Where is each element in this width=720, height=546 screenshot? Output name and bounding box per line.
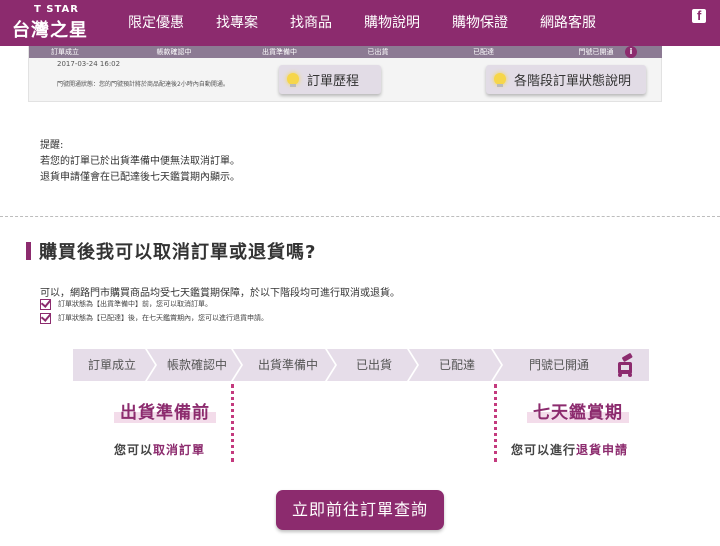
- step-label: 已配達: [438, 358, 475, 372]
- order-stage-explanation-button[interactable]: 各階段訂單狀態說明: [486, 65, 646, 94]
- section-heading: 購買後我可以取消訂單或退貨嗎?: [26, 240, 317, 263]
- nav-item-shopping-guarantee[interactable]: 購物保證: [452, 0, 508, 46]
- step-label: 已出貨: [355, 358, 392, 372]
- nav-item-shopping-guide[interactable]: 購物說明: [364, 0, 420, 46]
- step-label: 帳款確認中: [166, 358, 227, 372]
- return-request-prefix: 您可以進行: [511, 443, 577, 457]
- order-date: 2017-03-24 16:02: [57, 60, 121, 68]
- check-item: 訂單狀態為【出貨準備中】前，您可以取消訂單。: [40, 298, 212, 310]
- check-item-text: 訂單狀態為【出貨準備中】前，您可以取消訂單。: [58, 300, 212, 308]
- return-period-marker: [494, 384, 497, 462]
- checkbox-checked-icon: [40, 298, 51, 310]
- nav-item-products[interactable]: 找商品: [290, 0, 332, 46]
- activation-note: 門號開通狀態：您的門號預計將於商品配達後2小時內自動開通。: [57, 81, 229, 88]
- info-icon[interactable]: i: [625, 46, 637, 58]
- tracking-step: 出貨準備中: [262, 48, 297, 56]
- store-signal-icon: [618, 353, 633, 377]
- before-shipping-title: 出貨準備前: [114, 398, 216, 423]
- check-item: 訂單狀態為【已配達】後，在七天鑑賞期內，您可以進行退貨申請。: [40, 312, 268, 324]
- reminder-line: 退貨申請僅會在已配達後七天鑑賞期內顯示。: [40, 172, 240, 183]
- tracking-step: 訂單成立: [51, 48, 79, 56]
- return-request-text: 您可以進行退貨申請: [511, 441, 628, 458]
- section-title: 購買後我可以取消訂單或退貨嗎?: [39, 242, 317, 263]
- cancel-order-prefix: 您可以: [114, 443, 154, 457]
- brand-logo-small-text: T STAR: [34, 4, 79, 15]
- tracking-step-bar: 訂單成立 帳款確認中 出貨準備中 已出貨 已配達 門號已開通: [29, 46, 662, 58]
- reminder-title: 提醒:: [40, 140, 64, 151]
- tracking-step: 已出貨: [367, 48, 389, 56]
- cancel-order-text: 您可以取消訂單: [114, 441, 205, 458]
- checkbox-checked-icon: [40, 312, 51, 324]
- nav-item-customer-service[interactable]: 網路客服: [540, 0, 596, 46]
- nav-item-plans[interactable]: 找專案: [216, 0, 258, 46]
- step-label: 出貨準備中: [257, 358, 318, 372]
- cancel-order-accent: 取消訂單: [153, 443, 206, 457]
- order-history-button[interactable]: 訂單歷程: [279, 65, 381, 94]
- tracking-step: 帳款確認中: [156, 48, 192, 56]
- lightbulb-icon: [494, 72, 506, 87]
- top-nav-bar: T STAR 台灣之星 限定優惠 找專案 找商品 購物說明 購物保證 網路客服 …: [0, 0, 720, 46]
- seven-day-period-title: 七天鑑賞期: [527, 398, 629, 423]
- order-history-label: 訂單歷程: [307, 74, 360, 89]
- check-item-text: 訂單狀態為【已配達】後，在七天鑑賞期內，您可以進行退貨申請。: [58, 314, 268, 322]
- order-stage-explanation-label: 各階段訂單狀態說明: [514, 74, 632, 89]
- tracking-step: 門號已開通: [578, 48, 614, 56]
- return-request-accent: 退貨申請: [576, 443, 629, 457]
- reminder-block: 提醒: 若您的訂單已於出貨準備中便無法取消訂單。 退貨申請僅會在已配達後七天鑑賞…: [40, 138, 240, 186]
- order-process-steps: 訂單成立 帳款確認中 出貨準備中 已出貨 已配達 門號已開通: [73, 349, 649, 381]
- main-nav: 限定優惠 找專案 找商品 購物說明 購物保證 網路客服: [128, 0, 628, 46]
- go-to-order-query-button[interactable]: 立即前往訂單查詢: [276, 490, 444, 530]
- step-label: 訂單成立: [87, 358, 136, 372]
- brand-logo-main-text: 台灣之星: [12, 20, 88, 41]
- section-intro: 可以，網路門市購買商品均受七天鑑賞期保障，於以下階段均可進行取消或退貨。: [40, 288, 400, 299]
- reminder-line: 若您的訂單已於出貨準備中便無法取消訂單。: [40, 156, 240, 167]
- lightbulb-icon: [287, 72, 299, 87]
- order-tracking-card: 訂單成立 帳款確認中 出貨準備中 已出貨 已配達 門號已開通 i 2017-03…: [28, 46, 662, 102]
- heading-accent-bar: [26, 242, 31, 260]
- facebook-icon[interactable]: f: [692, 8, 706, 23]
- nav-item-offers[interactable]: 限定優惠: [128, 0, 184, 46]
- cancel-deadline-marker: [231, 384, 234, 462]
- tracking-step: 已配達: [473, 48, 494, 56]
- section-divider: [0, 216, 720, 217]
- step-label: 門號已開通: [528, 358, 589, 372]
